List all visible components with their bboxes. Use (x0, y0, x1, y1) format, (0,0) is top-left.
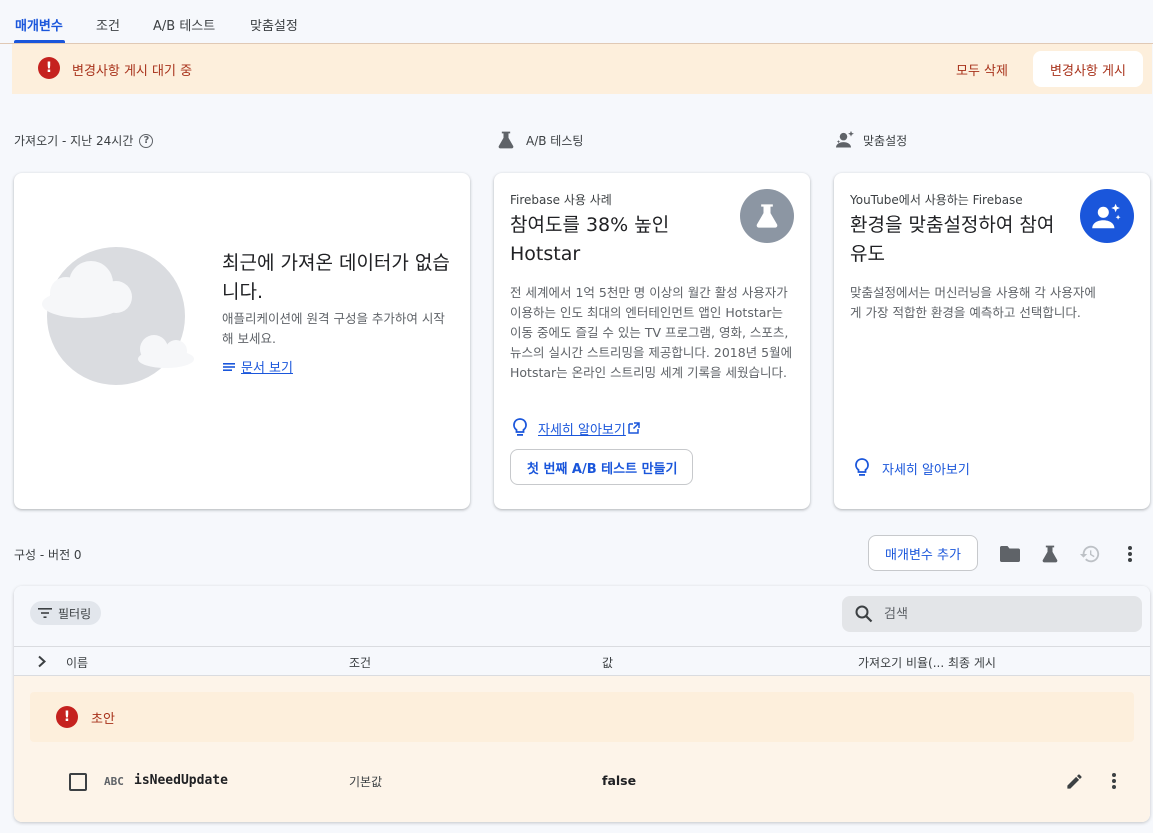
more-options-icon[interactable] (1120, 542, 1140, 566)
tab-ab-tests[interactable]: A/B 테스트 (153, 15, 215, 34)
draft-banner: ! 초안 (30, 692, 1134, 742)
active-tab-indicator (14, 40, 65, 43)
banner-message: 변경사항 게시 대기 중 (72, 64, 193, 79)
person-sparkle-icon (836, 130, 854, 148)
discard-all-button[interactable]: 모두 삭제 (956, 60, 1008, 79)
string-type-icon: ABC (104, 775, 124, 788)
docs-link[interactable]: 문서 보기 (223, 357, 293, 376)
config-version-label: 구성 - 버전 0 (14, 548, 82, 562)
list-icon (223, 362, 235, 371)
ab-learn-more-link[interactable]: 자세히 알아보기 (512, 418, 640, 438)
filter-icon (38, 608, 52, 618)
cloud-illustration (42, 247, 194, 385)
table-body: ! 초안 ABC isNeedUpdate 기본값 false (14, 676, 1150, 822)
flask-icon (498, 131, 514, 149)
personalization-body: 맞춤설정에서는 머신러닝을 사용해 각 사용자에게 가장 적합한 환경을 예측하… (850, 285, 1096, 320)
draft-label: 초안 (91, 712, 115, 727)
ab-eyebrow: Firebase 사용 사례 (510, 193, 612, 207)
search-input[interactable] (884, 596, 1124, 632)
column-name[interactable]: 이름 (66, 654, 88, 671)
lightbulb-icon (855, 458, 869, 476)
history-icon[interactable] (1078, 542, 1102, 566)
error-icon: ! (56, 706, 78, 728)
fetch-section-label: 가져오기 - 지난 24시간 ? (14, 132, 154, 149)
open-in-new-icon (628, 422, 640, 434)
ab-body: 전 세계에서 1억 5천만 명 이상의 월간 활성 사용자가 이용하는 인도 최… (510, 285, 793, 380)
row-checkbox[interactable] (69, 773, 87, 791)
add-parameter-button[interactable]: 매개변수 추가 (868, 535, 978, 571)
ab-title: 참여도를 38% 높인 Hotstar (510, 214, 670, 265)
pending-changes-banner: ! 변경사항 게시 대기 중 모두 삭제 변경사항 게시 (12, 44, 1152, 94)
folder-icon[interactable] (998, 542, 1022, 566)
column-condition[interactable]: 조건 (349, 654, 371, 671)
parameter-value: false (602, 773, 637, 788)
table-toolbar: 필터링 (14, 586, 1150, 646)
tab-parameters[interactable]: 매개변수 (15, 15, 63, 34)
parameter-condition: 기본값 (349, 775, 383, 789)
personalization-eyebrow: YouTube에서 사용하는 Firebase (850, 193, 1023, 207)
error-icon: ! (38, 57, 60, 79)
row-more-options-icon[interactable] (1112, 773, 1116, 789)
empty-description: 애플리케이션에 원격 구성을 추가하여 시작해 보세요. (222, 311, 445, 346)
tab-bar: 매개변수 조건 A/B 테스트 맞춤설정 (0, 0, 1153, 44)
lightbulb-icon (513, 418, 527, 436)
ab-case-study-card: Firebase 사용 사례 참여도를 38% 높인 Hotstar 전 세계에… (494, 173, 810, 509)
parameters-table: 필터링 이름 조건 값 가져오기 비율(... 최종 게시 ! 초안 ABC i… (14, 586, 1150, 822)
tab-conditions[interactable]: 조건 (96, 15, 120, 34)
personalization-learn-more-link[interactable]: 자세히 알아보기 (854, 458, 970, 478)
column-fetch-rate[interactable]: 가져오기 비율(... 최종 게시 (858, 654, 996, 671)
filter-chip[interactable]: 필터링 (30, 601, 102, 625)
flask-badge (740, 189, 794, 243)
table-header: 이름 조건 값 가져오기 비율(... 최종 게시 (14, 646, 1150, 676)
help-icon[interactable]: ? (139, 133, 154, 148)
edit-icon[interactable] (1065, 772, 1084, 791)
ab-section-label: A/B 테스팅 (496, 130, 583, 150)
empty-title: 최근에 가져온 데이터가 없습니다. (222, 252, 450, 303)
personalization-title: 환경을 맞춤설정하여 참여 유도 (850, 214, 1055, 265)
tab-personalization[interactable]: 맞춤설정 (250, 15, 298, 34)
fetch-empty-card: 최근에 가져온 데이터가 없습니다. 애플리케이션에 원격 구성을 추가하여 시… (14, 173, 470, 509)
chevron-right-icon[interactable] (36, 655, 48, 668)
search-box[interactable] (842, 596, 1142, 632)
personalization-card: YouTube에서 사용하는 Firebase 환경을 맞춤설정하여 참여 유도… (834, 173, 1150, 509)
personalization-section-label: 맞춤설정 (835, 130, 907, 150)
publish-changes-button[interactable]: 변경사항 게시 (1033, 51, 1143, 87)
person-badge (1080, 189, 1134, 243)
search-icon (855, 605, 873, 623)
ab-flask-icon[interactable] (1038, 542, 1062, 566)
person-sparkle-icon (1092, 203, 1121, 229)
column-value[interactable]: 값 (602, 654, 613, 671)
flask-icon (756, 204, 778, 228)
create-ab-test-button[interactable]: 첫 번째 A/B 테스트 만들기 (510, 449, 693, 485)
parameter-name: isNeedUpdate (134, 773, 228, 788)
